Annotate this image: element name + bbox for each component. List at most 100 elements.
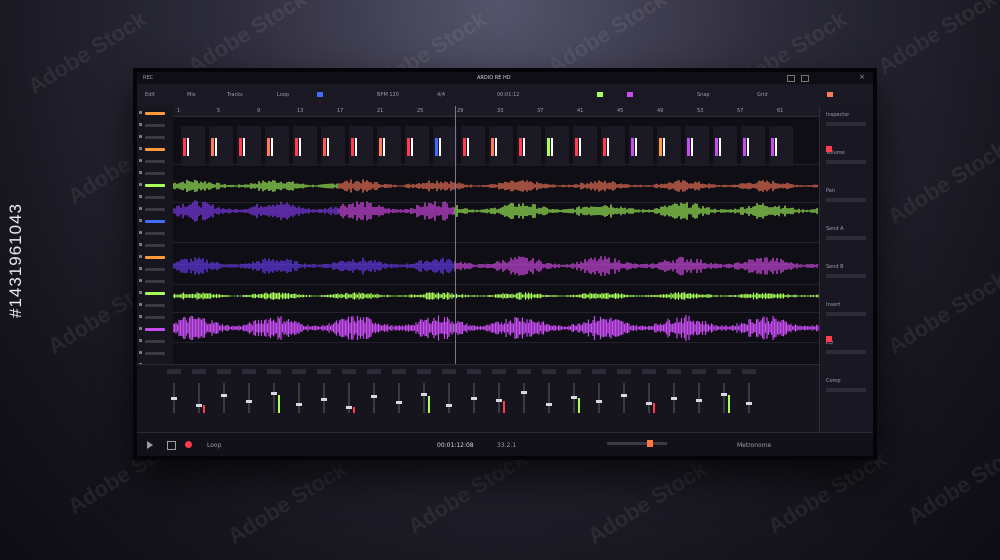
beat-marker-highlight[interactable] <box>775 138 777 156</box>
beat-marker[interactable] <box>239 138 242 156</box>
beat-marker[interactable] <box>463 138 466 156</box>
fader-knob[interactable] <box>596 400 602 404</box>
fader-knob[interactable] <box>496 398 502 402</box>
beat-marker-highlight[interactable] <box>299 138 301 156</box>
fader-knob[interactable] <box>571 395 577 399</box>
beat-marker-highlight[interactable] <box>747 138 749 156</box>
track-separator[interactable] <box>173 202 819 203</box>
beat-marker[interactable] <box>491 138 494 156</box>
waveform-bass-a[interactable] <box>173 257 454 275</box>
track-separator[interactable] <box>173 242 819 243</box>
inspector-control[interactable] <box>826 236 866 240</box>
fader-track[interactable] <box>348 383 350 413</box>
beat-marker[interactable] <box>771 138 774 156</box>
zoom-slider[interactable] <box>607 440 667 447</box>
fader-knob[interactable] <box>246 399 252 403</box>
toolbar-indicator-icon[interactable] <box>627 92 633 97</box>
fader-knob[interactable] <box>346 405 352 409</box>
tool-button[interactable] <box>145 352 165 355</box>
inspector-item[interactable]: Send B <box>826 264 844 270</box>
tool-button[interactable] <box>145 220 165 223</box>
tool-button[interactable] <box>145 304 165 307</box>
track-separator[interactable] <box>173 284 819 285</box>
stop-icon[interactable] <box>167 441 176 450</box>
play-icon[interactable] <box>147 441 153 449</box>
beat-marker-highlight[interactable] <box>607 138 609 156</box>
beat-marker-highlight[interactable] <box>663 138 665 156</box>
channel-label[interactable] <box>217 369 231 374</box>
beat-marker-highlight[interactable] <box>635 138 637 156</box>
beat-marker-highlight[interactable] <box>523 138 525 156</box>
fader-track[interactable] <box>248 383 250 413</box>
tool-button[interactable] <box>145 112 165 115</box>
tool-button[interactable] <box>145 340 165 343</box>
beat-marker-highlight[interactable] <box>411 138 413 156</box>
fader-track[interactable] <box>623 383 625 413</box>
fader-knob[interactable] <box>721 392 727 396</box>
beat-marker-highlight[interactable] <box>719 138 721 156</box>
fader-knob[interactable] <box>521 391 527 395</box>
beat-marker-highlight[interactable] <box>187 138 189 156</box>
tool-button[interactable] <box>145 268 165 271</box>
fader-track[interactable] <box>198 383 200 413</box>
playhead[interactable] <box>455 106 456 364</box>
beat-marker[interactable] <box>687 138 690 156</box>
beat-marker-highlight[interactable] <box>551 138 553 156</box>
beat-marker[interactable] <box>743 138 746 156</box>
beat-marker-highlight[interactable] <box>215 138 217 156</box>
beat-marker[interactable] <box>715 138 718 156</box>
fader-knob[interactable] <box>671 397 677 401</box>
channel-label[interactable] <box>742 369 756 374</box>
track-separator[interactable] <box>173 312 819 313</box>
fader-track[interactable] <box>448 383 450 413</box>
tool-button[interactable] <box>145 244 165 247</box>
tool-button[interactable] <box>145 208 165 211</box>
toolbar-item-7[interactable]: Snap <box>697 92 710 98</box>
channel-label[interactable] <box>242 369 256 374</box>
tool-button[interactable] <box>145 232 165 235</box>
track-separator[interactable] <box>173 342 819 343</box>
inspector-item[interactable]: Send A <box>826 226 844 232</box>
tool-button[interactable] <box>145 148 165 151</box>
fader-knob[interactable] <box>621 393 627 397</box>
inspector-item[interactable]: Comp <box>826 378 841 384</box>
fader-track[interactable] <box>423 383 425 413</box>
beat-marker[interactable] <box>351 138 354 156</box>
tool-button[interactable] <box>145 328 165 331</box>
fader-track[interactable] <box>698 383 700 413</box>
beat-marker[interactable] <box>267 138 270 156</box>
fader-track[interactable] <box>398 383 400 413</box>
record-arm-icon[interactable] <box>826 336 832 342</box>
beat-marker[interactable] <box>379 138 382 156</box>
tool-button[interactable] <box>145 256 165 259</box>
fader-track[interactable] <box>523 383 525 413</box>
channel-label[interactable] <box>467 369 481 374</box>
fader-track[interactable] <box>373 383 375 413</box>
beat-marker[interactable] <box>603 138 606 156</box>
zoom-slider-handle[interactable] <box>647 440 653 447</box>
track-separator[interactable] <box>173 264 819 265</box>
channel-label[interactable] <box>567 369 581 374</box>
channel-label[interactable] <box>267 369 281 374</box>
beat-marker-highlight[interactable] <box>243 138 245 156</box>
toolbar-indicator-icon[interactable] <box>827 92 833 97</box>
fader-track[interactable] <box>548 383 550 413</box>
waveform-drums[interactable] <box>173 292 819 300</box>
channel-label[interactable] <box>617 369 631 374</box>
toolbar-item-3[interactable]: Loop <box>277 92 289 98</box>
fader-track[interactable] <box>648 383 650 413</box>
beat-marker-highlight[interactable] <box>327 138 329 156</box>
fader-knob[interactable] <box>371 395 377 398</box>
fader-knob[interactable] <box>746 402 752 406</box>
beat-marker-highlight[interactable] <box>467 138 469 156</box>
channel-label[interactable] <box>492 369 506 374</box>
tool-button[interactable] <box>145 136 165 139</box>
beat-marker[interactable] <box>323 138 326 156</box>
fader-track[interactable] <box>598 383 600 413</box>
inspector-control[interactable] <box>826 312 866 316</box>
channel-label[interactable] <box>717 369 731 374</box>
inspector-item[interactable]: Insert <box>826 302 840 308</box>
beat-marker[interactable] <box>435 138 438 156</box>
fader-knob[interactable] <box>471 396 477 400</box>
beat-marker[interactable] <box>547 138 550 156</box>
